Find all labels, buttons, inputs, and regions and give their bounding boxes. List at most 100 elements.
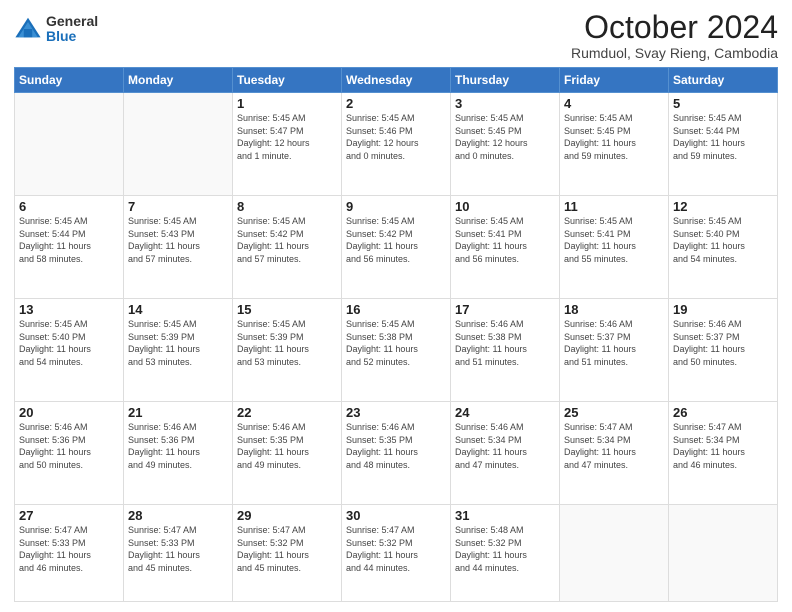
calendar-cell [15, 93, 124, 196]
calendar-cell [124, 93, 233, 196]
day-number: 5 [673, 96, 773, 111]
day-number: 4 [564, 96, 664, 111]
day-detail: Sunrise: 5:47 AM Sunset: 5:34 PM Dayligh… [564, 421, 664, 471]
day-detail: Sunrise: 5:46 AM Sunset: 5:38 PM Dayligh… [455, 318, 555, 368]
day-detail: Sunrise: 5:45 AM Sunset: 5:43 PM Dayligh… [128, 215, 228, 265]
calendar-week-4: 20Sunrise: 5:46 AM Sunset: 5:36 PM Dayli… [15, 402, 778, 505]
logo-text: General Blue [46, 14, 98, 45]
main-title: October 2024 [571, 10, 778, 45]
day-number: 30 [346, 508, 446, 523]
header: General Blue October 2024 Rumduol, Svay … [14, 10, 778, 61]
day-number: 3 [455, 96, 555, 111]
day-number: 25 [564, 405, 664, 420]
logo: General Blue [14, 14, 98, 45]
day-number: 13 [19, 302, 119, 317]
calendar-week-2: 6Sunrise: 5:45 AM Sunset: 5:44 PM Daylig… [15, 196, 778, 299]
calendar-weekday-monday: Monday [124, 68, 233, 93]
calendar-cell: 28Sunrise: 5:47 AM Sunset: 5:33 PM Dayli… [124, 505, 233, 602]
calendar-weekday-wednesday: Wednesday [342, 68, 451, 93]
calendar-cell: 22Sunrise: 5:46 AM Sunset: 5:35 PM Dayli… [233, 402, 342, 505]
calendar-cell [669, 505, 778, 602]
calendar-weekday-thursday: Thursday [451, 68, 560, 93]
day-detail: Sunrise: 5:46 AM Sunset: 5:37 PM Dayligh… [673, 318, 773, 368]
calendar-cell: 6Sunrise: 5:45 AM Sunset: 5:44 PM Daylig… [15, 196, 124, 299]
calendar-weekday-sunday: Sunday [15, 68, 124, 93]
calendar-cell: 31Sunrise: 5:48 AM Sunset: 5:32 PM Dayli… [451, 505, 560, 602]
day-number: 16 [346, 302, 446, 317]
day-detail: Sunrise: 5:47 AM Sunset: 5:32 PM Dayligh… [346, 524, 446, 574]
calendar-weekday-tuesday: Tuesday [233, 68, 342, 93]
calendar-week-3: 13Sunrise: 5:45 AM Sunset: 5:40 PM Dayli… [15, 299, 778, 402]
day-detail: Sunrise: 5:45 AM Sunset: 5:45 PM Dayligh… [564, 112, 664, 162]
day-detail: Sunrise: 5:45 AM Sunset: 5:38 PM Dayligh… [346, 318, 446, 368]
day-detail: Sunrise: 5:48 AM Sunset: 5:32 PM Dayligh… [455, 524, 555, 574]
day-number: 22 [237, 405, 337, 420]
day-number: 21 [128, 405, 228, 420]
calendar-cell: 10Sunrise: 5:45 AM Sunset: 5:41 PM Dayli… [451, 196, 560, 299]
calendar-cell: 14Sunrise: 5:45 AM Sunset: 5:39 PM Dayli… [124, 299, 233, 402]
day-detail: Sunrise: 5:47 AM Sunset: 5:32 PM Dayligh… [237, 524, 337, 574]
logo-blue: Blue [46, 29, 98, 44]
calendar-cell: 3Sunrise: 5:45 AM Sunset: 5:45 PM Daylig… [451, 93, 560, 196]
day-number: 17 [455, 302, 555, 317]
calendar-cell: 1Sunrise: 5:45 AM Sunset: 5:47 PM Daylig… [233, 93, 342, 196]
day-detail: Sunrise: 5:45 AM Sunset: 5:42 PM Dayligh… [237, 215, 337, 265]
calendar-cell [560, 505, 669, 602]
calendar-week-5: 27Sunrise: 5:47 AM Sunset: 5:33 PM Dayli… [15, 505, 778, 602]
day-number: 12 [673, 199, 773, 214]
day-number: 7 [128, 199, 228, 214]
day-detail: Sunrise: 5:45 AM Sunset: 5:45 PM Dayligh… [455, 112, 555, 162]
calendar-header-row: SundayMondayTuesdayWednesdayThursdayFrid… [15, 68, 778, 93]
day-number: 27 [19, 508, 119, 523]
subtitle: Rumduol, Svay Rieng, Cambodia [571, 45, 778, 61]
day-number: 20 [19, 405, 119, 420]
day-detail: Sunrise: 5:45 AM Sunset: 5:41 PM Dayligh… [455, 215, 555, 265]
day-number: 1 [237, 96, 337, 111]
calendar-cell: 18Sunrise: 5:46 AM Sunset: 5:37 PM Dayli… [560, 299, 669, 402]
calendar-cell: 15Sunrise: 5:45 AM Sunset: 5:39 PM Dayli… [233, 299, 342, 402]
day-detail: Sunrise: 5:46 AM Sunset: 5:35 PM Dayligh… [346, 421, 446, 471]
logo-general: General [46, 14, 98, 29]
day-number: 24 [455, 405, 555, 420]
page: General Blue October 2024 Rumduol, Svay … [0, 0, 792, 612]
calendar-cell: 2Sunrise: 5:45 AM Sunset: 5:46 PM Daylig… [342, 93, 451, 196]
day-detail: Sunrise: 5:46 AM Sunset: 5:35 PM Dayligh… [237, 421, 337, 471]
day-detail: Sunrise: 5:46 AM Sunset: 5:37 PM Dayligh… [564, 318, 664, 368]
calendar-cell: 21Sunrise: 5:46 AM Sunset: 5:36 PM Dayli… [124, 402, 233, 505]
day-number: 14 [128, 302, 228, 317]
day-number: 6 [19, 199, 119, 214]
calendar-cell: 27Sunrise: 5:47 AM Sunset: 5:33 PM Dayli… [15, 505, 124, 602]
calendar-cell: 26Sunrise: 5:47 AM Sunset: 5:34 PM Dayli… [669, 402, 778, 505]
day-number: 29 [237, 508, 337, 523]
day-number: 28 [128, 508, 228, 523]
day-detail: Sunrise: 5:45 AM Sunset: 5:39 PM Dayligh… [237, 318, 337, 368]
calendar-cell: 29Sunrise: 5:47 AM Sunset: 5:32 PM Dayli… [233, 505, 342, 602]
calendar-cell: 23Sunrise: 5:46 AM Sunset: 5:35 PM Dayli… [342, 402, 451, 505]
calendar-cell: 9Sunrise: 5:45 AM Sunset: 5:42 PM Daylig… [342, 196, 451, 299]
day-number: 26 [673, 405, 773, 420]
day-detail: Sunrise: 5:45 AM Sunset: 5:44 PM Dayligh… [673, 112, 773, 162]
day-detail: Sunrise: 5:46 AM Sunset: 5:36 PM Dayligh… [19, 421, 119, 471]
day-detail: Sunrise: 5:45 AM Sunset: 5:39 PM Dayligh… [128, 318, 228, 368]
calendar-cell: 11Sunrise: 5:45 AM Sunset: 5:41 PM Dayli… [560, 196, 669, 299]
day-detail: Sunrise: 5:45 AM Sunset: 5:44 PM Dayligh… [19, 215, 119, 265]
day-number: 10 [455, 199, 555, 214]
calendar-table: SundayMondayTuesdayWednesdayThursdayFrid… [14, 67, 778, 602]
day-detail: Sunrise: 5:46 AM Sunset: 5:36 PM Dayligh… [128, 421, 228, 471]
title-block: October 2024 Rumduol, Svay Rieng, Cambod… [571, 10, 778, 61]
day-detail: Sunrise: 5:45 AM Sunset: 5:42 PM Dayligh… [346, 215, 446, 265]
day-detail: Sunrise: 5:45 AM Sunset: 5:41 PM Dayligh… [564, 215, 664, 265]
day-detail: Sunrise: 5:45 AM Sunset: 5:40 PM Dayligh… [673, 215, 773, 265]
logo-icon [14, 15, 42, 43]
calendar-cell: 7Sunrise: 5:45 AM Sunset: 5:43 PM Daylig… [124, 196, 233, 299]
day-number: 15 [237, 302, 337, 317]
day-detail: Sunrise: 5:45 AM Sunset: 5:47 PM Dayligh… [237, 112, 337, 162]
day-number: 19 [673, 302, 773, 317]
day-detail: Sunrise: 5:45 AM Sunset: 5:46 PM Dayligh… [346, 112, 446, 162]
calendar-week-1: 1Sunrise: 5:45 AM Sunset: 5:47 PM Daylig… [15, 93, 778, 196]
day-detail: Sunrise: 5:47 AM Sunset: 5:34 PM Dayligh… [673, 421, 773, 471]
calendar-weekday-friday: Friday [560, 68, 669, 93]
calendar-weekday-saturday: Saturday [669, 68, 778, 93]
calendar-cell: 25Sunrise: 5:47 AM Sunset: 5:34 PM Dayli… [560, 402, 669, 505]
day-detail: Sunrise: 5:45 AM Sunset: 5:40 PM Dayligh… [19, 318, 119, 368]
